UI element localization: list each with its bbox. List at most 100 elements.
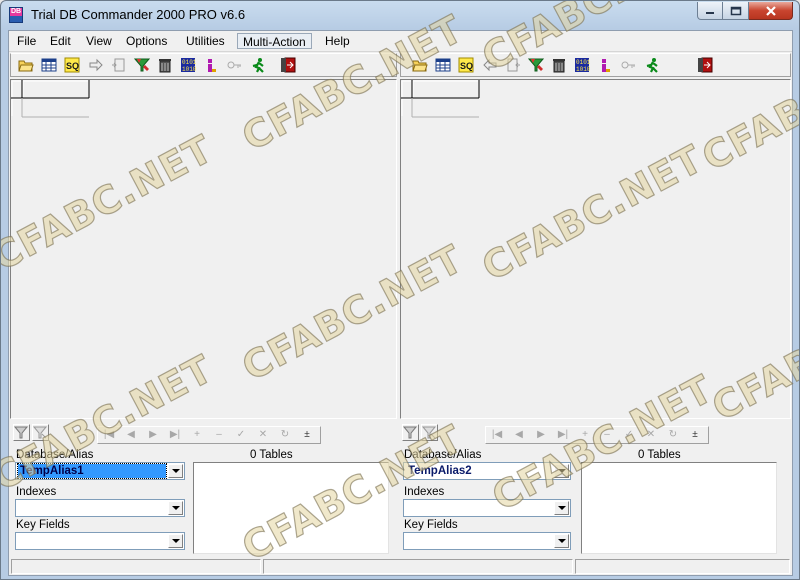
app-icon[interactable]: DB xyxy=(9,7,23,23)
app-window: DB Trial DB Commander 2000 PRO v6.6 File… xyxy=(0,0,800,580)
left-database-select[interactable]: TempAlias1 xyxy=(15,462,185,480)
svg-text:0101: 0101 xyxy=(576,59,590,66)
key-button-right[interactable] xyxy=(617,56,639,75)
nav-options-button[interactable]: ± xyxy=(296,427,318,443)
left-empty-grid xyxy=(11,80,90,118)
binary-button[interactable]: 0101 1010 xyxy=(177,56,199,75)
nav-next-button[interactable]: ▶ xyxy=(142,427,164,443)
left-indexes-select[interactable] xyxy=(15,499,185,517)
index-icon xyxy=(602,59,610,72)
nav-delete-button[interactable]: – xyxy=(208,427,230,443)
table-button-right[interactable] xyxy=(432,56,454,75)
left-database-value: TempAlias1 xyxy=(17,463,167,479)
document-button[interactable] xyxy=(108,56,130,75)
right-data-grid[interactable] xyxy=(400,79,791,419)
exit-button[interactable] xyxy=(277,56,299,75)
menu-multi-action[interactable]: Multi-Action xyxy=(237,33,312,49)
nav-insert-button[interactable]: + xyxy=(186,427,208,443)
nav-post-button[interactable]: ✓ xyxy=(230,427,252,443)
dropdown-arrow-icon[interactable] xyxy=(168,501,183,515)
copy-left-button[interactable] xyxy=(479,56,501,75)
right-database-value: TempAlias2 xyxy=(408,465,472,477)
exit-button-right[interactable] xyxy=(694,56,716,75)
left-indexes-label: Indexes xyxy=(16,486,57,498)
nav-last-button[interactable]: ▶| xyxy=(552,427,574,443)
nav-first-button[interactable]: |◀ xyxy=(486,427,508,443)
menu-edit[interactable]: Edit xyxy=(45,33,76,49)
right-key-fields-select[interactable] xyxy=(403,532,571,550)
left-key-fields-select[interactable] xyxy=(15,532,185,550)
copy-right-button[interactable] xyxy=(85,56,107,75)
close-button[interactable] xyxy=(749,2,793,20)
delete-button-right[interactable] xyxy=(548,56,570,75)
document-icon xyxy=(112,58,125,72)
dropdown-arrow-icon[interactable] xyxy=(168,464,183,478)
run-button-right[interactable] xyxy=(641,56,663,75)
left-clear-filter-button[interactable] xyxy=(32,424,49,441)
sql-button-right[interactable]: SQ xyxy=(455,56,477,75)
right-indexes-label: Indexes xyxy=(404,486,445,498)
nav-next-button[interactable]: ▶ xyxy=(530,427,552,443)
left-data-grid[interactable] xyxy=(10,79,397,419)
table-icon xyxy=(41,58,57,72)
nav-delete-button[interactable]: – xyxy=(596,427,618,443)
index-button[interactable] xyxy=(200,56,222,75)
nav-cancel-button[interactable]: ✕ xyxy=(640,427,662,443)
table-button[interactable] xyxy=(38,56,60,75)
minimize-button[interactable] xyxy=(697,2,723,20)
menu-options[interactable]: Options xyxy=(121,33,172,49)
right-indexes-select[interactable] xyxy=(403,499,571,517)
trash-icon xyxy=(553,59,565,73)
filter-icon xyxy=(528,58,544,72)
table-icon xyxy=(435,58,451,72)
nav-insert-button[interactable]: + xyxy=(574,427,596,443)
nav-refresh-button[interactable]: ↻ xyxy=(274,427,296,443)
dropdown-arrow-icon[interactable] xyxy=(554,534,569,548)
right-tables-caption: 0 Tables xyxy=(638,449,681,461)
sql-button[interactable]: SQ xyxy=(61,56,83,75)
nav-last-button[interactable]: ▶| xyxy=(164,427,186,443)
filter-button-right[interactable] xyxy=(525,56,547,75)
left-funnel-button[interactable] xyxy=(13,424,30,441)
maximize-button[interactable] xyxy=(723,2,749,20)
nav-post-button[interactable]: ✓ xyxy=(618,427,640,443)
running-man-icon xyxy=(252,58,264,73)
left-tables-list[interactable] xyxy=(193,462,389,554)
right-database-select[interactable]: TempAlias2 xyxy=(403,462,571,480)
right-funnel-button[interactable] xyxy=(402,424,419,441)
left-toolbar: SQ 0101 1010 xyxy=(10,53,397,77)
index-button-right[interactable] xyxy=(594,56,616,75)
filter-button[interactable] xyxy=(131,56,153,75)
nav-prior-button[interactable]: ◀ xyxy=(508,427,530,443)
window-title: Trial DB Commander 2000 PRO v6.6 xyxy=(31,7,246,22)
nav-first-button[interactable]: |◀ xyxy=(98,427,120,443)
binary-icon: 01011010 xyxy=(181,58,196,73)
title-bar[interactable]: DB Trial DB Commander 2000 PRO v6.6 xyxy=(1,1,799,29)
binary-button-right[interactable]: 0101 1010 xyxy=(571,56,593,75)
dropdown-arrow-icon[interactable] xyxy=(554,501,569,515)
right-clear-filter-button[interactable] xyxy=(421,424,438,441)
exit-door-icon xyxy=(281,57,296,73)
dropdown-arrow-icon[interactable] xyxy=(168,534,183,548)
run-button[interactable] xyxy=(247,56,269,75)
menu-bar: File Edit View Options Utilities Multi-A… xyxy=(9,31,792,52)
client-area: File Edit View Options Utilities Multi-A… xyxy=(8,30,793,576)
menu-utilities[interactable]: Utilities xyxy=(181,33,230,49)
nav-options-button[interactable]: ± xyxy=(684,427,706,443)
open-button-right[interactable] xyxy=(409,56,431,75)
open-folder-icon xyxy=(18,60,34,72)
key-button[interactable] xyxy=(223,56,245,75)
nav-cancel-button[interactable]: ✕ xyxy=(252,427,274,443)
open-button[interactable] xyxy=(15,56,37,75)
right-tables-list[interactable] xyxy=(581,462,777,554)
left-database-label: Database/Alias xyxy=(16,449,94,461)
menu-help[interactable]: Help xyxy=(320,33,355,49)
arrow-left-icon xyxy=(483,58,497,72)
nav-prior-button[interactable]: ◀ xyxy=(120,427,142,443)
dropdown-arrow-icon[interactable] xyxy=(554,464,569,478)
nav-refresh-button[interactable]: ↻ xyxy=(662,427,684,443)
document-button-right[interactable] xyxy=(502,56,524,75)
menu-view[interactable]: View xyxy=(81,33,117,49)
menu-file[interactable]: File xyxy=(12,33,41,49)
delete-button[interactable] xyxy=(154,56,176,75)
